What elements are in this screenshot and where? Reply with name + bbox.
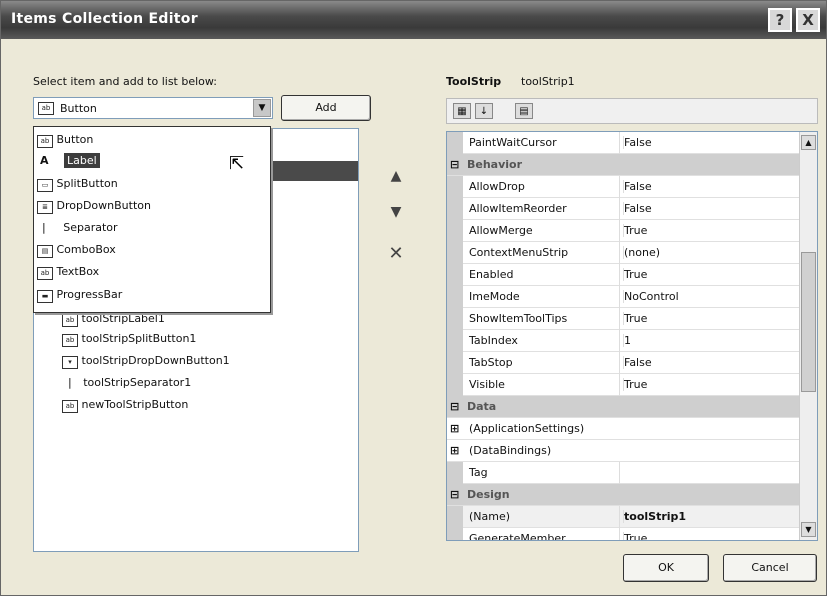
property-category[interactable]: ⊟ Design bbox=[447, 484, 799, 506]
property-row[interactable]: TabIndex 1 bbox=[447, 330, 799, 352]
scroll-thumb[interactable] bbox=[801, 252, 816, 392]
list-item-label: toolStripSplitButton1 bbox=[81, 332, 197, 345]
dropdown-icon: ▾ bbox=[62, 356, 78, 369]
expand-icon[interactable]: ⊞ bbox=[450, 444, 459, 457]
scroll-down-icon[interactable]: ▼ bbox=[801, 522, 816, 537]
property-row[interactable]: Visible True bbox=[447, 374, 799, 396]
mouse-cursor-icon: ⇱ bbox=[229, 153, 245, 174]
properties-type-label: ToolStrip bbox=[446, 75, 502, 88]
list-item[interactable]: ab toolStripSplitButton1 bbox=[34, 329, 358, 349]
property-row[interactable]: AllowDrop False bbox=[447, 176, 799, 198]
button-icon: ab bbox=[38, 102, 54, 115]
dropdown-item-separator[interactable]: | Separator bbox=[34, 217, 270, 238]
property-row[interactable]: AllowMerge True bbox=[447, 220, 799, 242]
property-row[interactable]: (Name) toolStrip1 bbox=[447, 506, 799, 528]
chevron-down-icon[interactable]: ▼ bbox=[253, 99, 271, 117]
dropdown-item-textbox[interactable]: ab TextBox bbox=[34, 261, 270, 282]
separator-icon: | bbox=[42, 221, 46, 234]
progressbar-icon: ▬ bbox=[37, 290, 53, 303]
add-button[interactable]: Add bbox=[281, 95, 371, 121]
property-row[interactable]: ImeMode NoControl bbox=[447, 286, 799, 308]
properties-object-label: toolStrip1 bbox=[521, 75, 575, 88]
move-up-button[interactable]: ▲ bbox=[383, 165, 409, 187]
combobox-icon: ▤ bbox=[37, 245, 53, 258]
property-row[interactable]: ⊞ (ApplicationSettings) bbox=[447, 418, 799, 440]
property-grid-toolbar: ▦ ↓ ▤ bbox=[446, 98, 818, 124]
separator-icon: | bbox=[68, 376, 72, 389]
list-item-label: newToolStripButton bbox=[81, 398, 189, 411]
dropdown-item-dropdownbutton[interactable]: ≣ DropDownButton bbox=[34, 195, 270, 216]
property-row[interactable]: Tag bbox=[447, 462, 799, 484]
items-collection-editor-dialog: Items Collection Editor ? X Select item … bbox=[0, 0, 827, 596]
dropdown-item-label: Label bbox=[64, 153, 100, 168]
close-button[interactable]: X bbox=[796, 8, 820, 32]
property-category[interactable]: ⊟ Data bbox=[447, 396, 799, 418]
list-item-label: toolStripDropDownButton1 bbox=[81, 354, 230, 367]
list-item-label: toolStripSeparator1 bbox=[83, 376, 192, 389]
help-button[interactable]: ? bbox=[768, 8, 792, 32]
cancel-button[interactable]: Cancel bbox=[723, 554, 817, 582]
property-row[interactable]: Enabled True bbox=[447, 264, 799, 286]
list-item[interactable]: | toolStripSeparator1 bbox=[34, 373, 358, 393]
item-type-combo[interactable]: ab Button ▼ bbox=[33, 97, 273, 119]
item-type-value: Button bbox=[60, 102, 97, 115]
property-pages-icon[interactable]: ▤ bbox=[515, 103, 533, 119]
window-title: Items Collection Editor bbox=[11, 11, 198, 27]
dropdownbutton-icon: ≣ bbox=[37, 201, 53, 214]
button-icon: ab bbox=[62, 334, 78, 347]
label-icon: A bbox=[40, 154, 49, 167]
dropdown-item-button[interactable]: ab Button bbox=[34, 129, 270, 150]
alphabetical-icon[interactable]: ↓ bbox=[475, 103, 493, 119]
property-row[interactable]: PaintWaitCursor False bbox=[447, 132, 799, 154]
property-category[interactable]: ⊟ Behavior bbox=[447, 154, 799, 176]
button-icon: ab bbox=[62, 314, 78, 327]
property-row[interactable]: ⊞ (DataBindings) bbox=[447, 440, 799, 462]
categorized-icon[interactable]: ▦ bbox=[453, 103, 471, 119]
property-row[interactable]: TabStop False bbox=[447, 352, 799, 374]
list-item[interactable]: ▾ toolStripDropDownButton1 bbox=[34, 351, 358, 371]
property-row[interactable]: AllowItemReorder False bbox=[447, 198, 799, 220]
select-item-label: Select item and add to list below: bbox=[33, 75, 218, 88]
property-grid-scrollbar[interactable]: ▲ ▼ bbox=[799, 132, 817, 540]
dropdown-item-splitbutton[interactable]: ▭ SplitButton bbox=[34, 173, 270, 194]
list-item-label: toolStripLabel1 bbox=[81, 312, 165, 325]
title-bar[interactable]: Items Collection Editor ? X bbox=[1, 1, 826, 39]
dropdown-item-label: Button bbox=[56, 133, 94, 146]
textbox-icon: ab bbox=[37, 267, 53, 280]
dropdown-item-label: DropDownButton bbox=[56, 199, 151, 212]
ok-button[interactable]: OK bbox=[623, 554, 709, 582]
button-icon: ab bbox=[62, 400, 78, 413]
property-row[interactable]: ShowItemToolTips True bbox=[447, 308, 799, 330]
list-item[interactable]: ab newToolStripButton bbox=[34, 395, 358, 415]
dropdown-item-label: Separator bbox=[63, 221, 118, 234]
collapse-icon[interactable]: ⊟ bbox=[450, 488, 459, 501]
delete-button[interactable]: ✕ bbox=[383, 243, 409, 265]
splitbutton-icon: ▭ bbox=[37, 179, 53, 192]
dropdown-item-combobox[interactable]: ▤ ComboBox bbox=[34, 239, 270, 260]
dropdown-item-label: TextBox bbox=[56, 265, 100, 278]
property-row[interactable]: GenerateMember True bbox=[447, 528, 799, 540]
property-grid[interactable]: PaintWaitCursor False ⊟ Behavior AllowDrop… bbox=[446, 131, 818, 541]
scroll-up-icon[interactable]: ▲ bbox=[801, 135, 816, 150]
dropdown-item-label: ComboBox bbox=[56, 243, 116, 256]
move-down-button[interactable]: ▼ bbox=[383, 201, 409, 223]
button-icon: ab bbox=[37, 135, 53, 148]
expand-icon[interactable]: ⊞ bbox=[450, 422, 459, 435]
collapse-icon[interactable]: ⊟ bbox=[450, 400, 459, 413]
property-row[interactable]: ContextMenuStrip (none) bbox=[447, 242, 799, 264]
collapse-icon[interactable]: ⊟ bbox=[450, 158, 459, 171]
dropdown-item-label: ProgressBar bbox=[56, 288, 123, 301]
dropdown-item-label: SplitButton bbox=[56, 177, 118, 190]
dropdown-item-progressbar[interactable]: ▬ ProgressBar bbox=[34, 284, 270, 305]
